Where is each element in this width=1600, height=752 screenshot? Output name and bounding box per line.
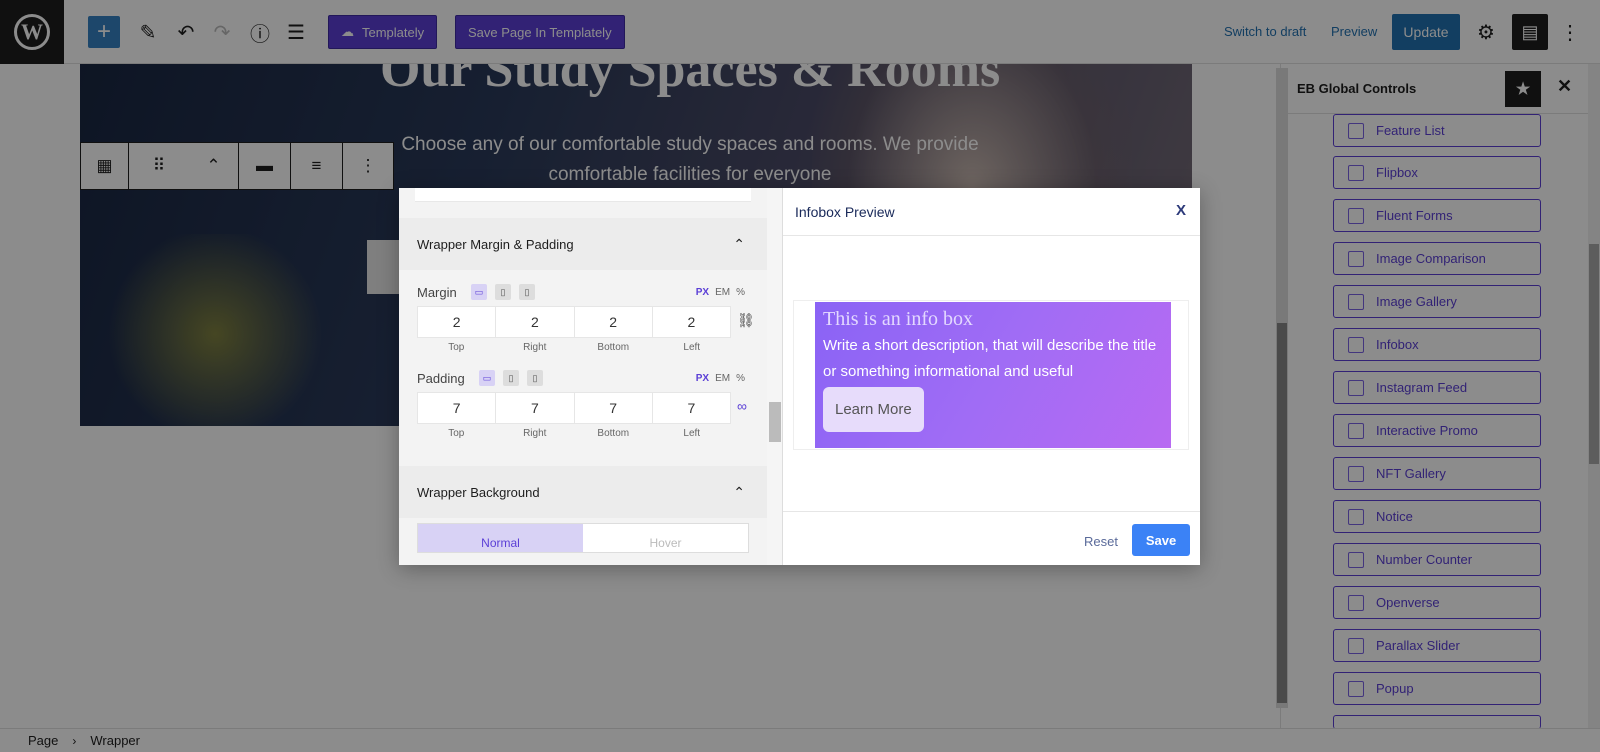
preview-header: Infobox Preview X <box>783 188 1200 236</box>
padding-label: Padding <box>417 371 465 386</box>
margin-top-input[interactable]: 2 <box>418 307 497 337</box>
section-title: Wrapper Margin & Padding <box>417 236 574 252</box>
modal-settings-panel: Wrapper Margin & Padding ⌃ Margin ▭ ▯ ▯ … <box>399 188 783 565</box>
learn-more-button[interactable]: Learn More <box>823 387 924 432</box>
tab-normal[interactable]: Normal <box>418 524 583 552</box>
padding-top-input[interactable]: 7 <box>418 393 497 423</box>
margin-dim-labels: Top Right Bottom Left <box>417 342 731 353</box>
margin-bottom-input[interactable]: 2 <box>575 307 653 337</box>
unit-percent[interactable]: % <box>736 373 745 384</box>
preview-title: Infobox Preview <box>795 203 895 220</box>
desktop-icon[interactable]: ▭ <box>471 284 487 300</box>
unlink-icon[interactable]: ⛓ <box>737 312 755 329</box>
margin-inputs: 2 2 2 2 <box>417 306 731 338</box>
wrapper-margin-padding-header[interactable]: Wrapper Margin & Padding ⌃ <box>399 218 767 270</box>
padding-left-input[interactable]: 7 <box>653 393 730 423</box>
modal-footer: Reset Save <box>783 511 1200 565</box>
padding-dim-labels: Top Right Bottom Left <box>417 428 731 439</box>
unit-percent[interactable]: % <box>736 287 745 298</box>
reset-button[interactable]: Reset <box>1084 534 1118 549</box>
infobox-title: This is an info box <box>823 308 973 330</box>
tablet-icon[interactable]: ▯ <box>495 284 511 300</box>
unit-em[interactable]: EM <box>715 287 730 298</box>
margin-label: Margin <box>417 285 457 300</box>
infobox-modal: Wrapper Margin & Padding ⌃ Margin ▭ ▯ ▯ … <box>399 188 1200 565</box>
padding-units: PX EM% <box>696 373 745 384</box>
mobile-icon[interactable]: ▯ <box>527 370 543 386</box>
desktop-icon[interactable]: ▭ <box>479 370 495 386</box>
padding-bottom-input[interactable]: 7 <box>575 393 653 423</box>
infobox-description: Write a short description, that will des… <box>823 337 1157 380</box>
tab-hover[interactable]: Hover <box>583 524 748 552</box>
unit-px[interactable]: PX <box>696 373 709 384</box>
unit-px[interactable]: PX <box>696 287 709 298</box>
unit-em[interactable]: EM <box>715 373 730 384</box>
padding-inputs: 7 7 7 7 <box>417 392 731 424</box>
dim-label-left: Left <box>683 428 701 439</box>
scrollbar-thumb[interactable] <box>769 402 781 442</box>
save-button[interactable]: Save <box>1132 524 1190 556</box>
dim-label-bottom: Bottom <box>597 342 630 353</box>
tablet-icon[interactable]: ▯ <box>503 370 519 386</box>
margin-right-input[interactable]: 2 <box>496 307 575 337</box>
close-modal-button[interactable]: X <box>1176 202 1186 219</box>
dim-label-bottom: Bottom <box>597 428 630 439</box>
link-icon[interactable]: ∞ <box>737 398 747 414</box>
wrapper-background-header[interactable]: Wrapper Background ⌃ <box>399 466 767 518</box>
margin-units: PX EM% <box>696 287 745 298</box>
settings-scroll-area: Wrapper Margin & Padding ⌃ Margin ▭ ▯ ▯ … <box>399 188 767 565</box>
chevron-up-icon[interactable]: ⌃ <box>733 236 745 253</box>
settings-top-strip <box>415 188 751 202</box>
infobox-preview: This is an info box Write a short descri… <box>815 302 1171 448</box>
padding-right-input[interactable]: 7 <box>496 393 575 423</box>
dim-label-top: Top <box>448 342 465 353</box>
dim-label-right: Right <box>523 342 547 353</box>
dim-label-right: Right <box>523 428 547 439</box>
margin-left-input[interactable]: 2 <box>653 307 730 337</box>
section-title: Wrapper Background <box>417 484 540 500</box>
infobox-preview-panel: Infobox Preview X This is an info box Wr… <box>783 188 1200 565</box>
background-state-tabs: Normal Hover <box>417 523 749 553</box>
mobile-icon[interactable]: ▯ <box>519 284 535 300</box>
dim-label-left: Left <box>683 342 701 353</box>
dim-label-top: Top <box>448 428 465 439</box>
chevron-up-icon[interactable]: ⌃ <box>733 484 745 501</box>
settings-scrollbar[interactable] <box>767 188 782 565</box>
